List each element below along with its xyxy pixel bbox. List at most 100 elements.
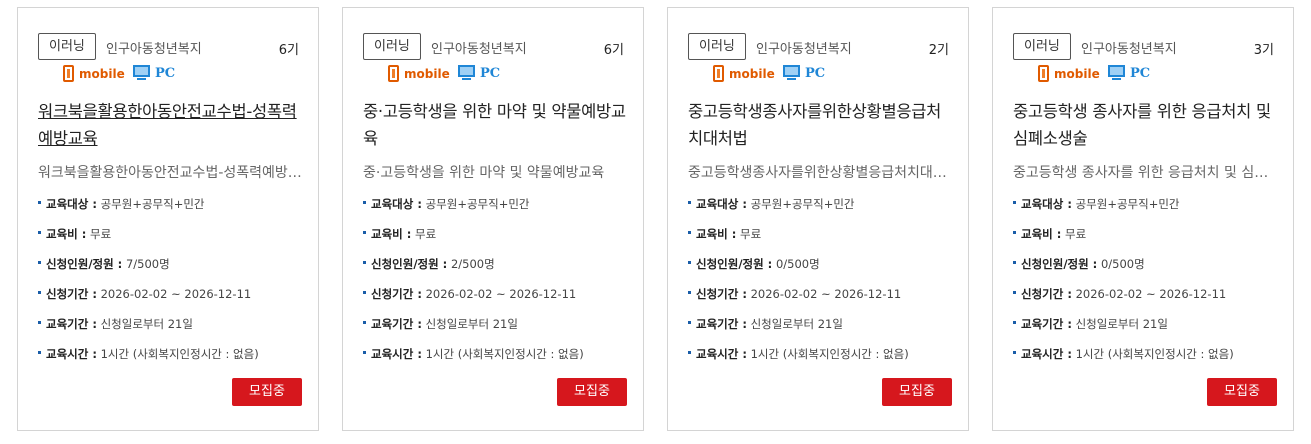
pc-label: PC	[1130, 65, 1151, 81]
bullet-icon	[38, 291, 41, 294]
course-title-link[interactable]: 워크북을활용한아동안전교수법-성폭력예방교육	[38, 98, 304, 152]
pc-support: PC	[1108, 65, 1150, 81]
course-title-link[interactable]: 중고등학생 종사자를 위한 응급처치 및 심폐소생술	[1013, 98, 1279, 152]
info-applicants: 신청인원/정원 : 0/500명	[688, 256, 820, 272]
bullet-icon	[38, 231, 41, 234]
course-description: 중고등학생종사자를위한상황별응급처치대처법	[688, 165, 954, 181]
mobile-phone-icon	[388, 65, 399, 82]
bullet-icon	[688, 201, 691, 204]
course-card[interactable]: 이러닝 인구아동청년복지 3기 mobile PC 중고등학생 종사자를 위한 …	[992, 7, 1294, 431]
bullet-icon	[1013, 261, 1016, 264]
elearning-badge: 이러닝	[688, 33, 746, 60]
recruiting-status-button[interactable]: 모집중	[557, 378, 627, 406]
info-edu-period: 교육기간 : 신청일로부터 21일	[688, 316, 843, 332]
elearning-badge: 이러닝	[363, 33, 421, 60]
info-apply-period: 신청기간 : 2026-02-02 ~ 2026-12-11	[363, 286, 576, 302]
course-card-list: 이러닝 인구아동청년복지 6기 mobile PC 워크북을활용한아동안전교수법…	[0, 0, 1311, 444]
bullet-icon	[688, 351, 691, 354]
round-label: 6기	[603, 43, 624, 58]
mobile-support: mobile	[63, 65, 125, 82]
mobile-support: mobile	[388, 65, 450, 82]
bullet-icon	[1013, 321, 1016, 324]
info-apply-period: 신청기간 : 2026-02-02 ~ 2026-12-11	[688, 286, 901, 302]
round-label: 6기	[278, 43, 299, 58]
category-label: 인구아동청년복지	[756, 42, 852, 57]
bullet-icon	[363, 261, 366, 264]
recruiting-status-button[interactable]: 모집중	[1207, 378, 1277, 406]
elearning-badge: 이러닝	[38, 33, 96, 60]
course-description: 중·고등학생을 위한 마약 및 약물예방교육	[363, 165, 605, 181]
recruiting-status-button[interactable]: 모집중	[232, 378, 302, 406]
category-label: 인구아동청년복지	[431, 42, 527, 57]
bullet-icon	[38, 201, 41, 204]
course-title-link[interactable]: 중고등학생종사자를위한상황별응급처치대처법	[688, 98, 954, 152]
bullet-icon	[688, 261, 691, 264]
pc-label: PC	[805, 65, 826, 81]
info-edu-period: 교육기간 : 신청일로부터 21일	[363, 316, 518, 332]
info-edu-period: 교육기간 : 신청일로부터 21일	[38, 316, 193, 332]
info-applicants: 신청인원/정원 : 7/500명	[38, 256, 170, 272]
course-description: 워크북을활용한아동안전교수법-성폭력예방교육	[38, 165, 304, 181]
category-label: 인구아동청년복지	[1081, 42, 1177, 57]
info-edu-time: 교육시간 : 1시간 (사회복지인정시간 : 없음)	[688, 346, 909, 362]
info-target: 교육대상 : 공무원+공무직+민간	[688, 196, 855, 212]
info-apply-period: 신청기간 : 2026-02-02 ~ 2026-12-11	[38, 286, 251, 302]
bullet-icon	[38, 261, 41, 264]
bullet-icon	[363, 291, 366, 294]
pc-support: PC	[458, 65, 500, 81]
bullet-icon	[1013, 291, 1016, 294]
mobile-label: mobile	[79, 66, 125, 81]
info-apply-period: 신청기간 : 2026-02-02 ~ 2026-12-11	[1013, 286, 1226, 302]
info-fee: 교육비 : 무료	[363, 226, 436, 242]
mobile-label: mobile	[729, 66, 775, 81]
elearning-badge: 이러닝	[1013, 33, 1071, 60]
mobile-phone-icon	[1038, 65, 1049, 82]
pc-label: PC	[155, 65, 176, 81]
recruiting-status-button[interactable]: 모집중	[882, 378, 952, 406]
pc-monitor-icon	[783, 65, 800, 81]
info-edu-period: 교육기간 : 신청일로부터 21일	[1013, 316, 1168, 332]
bullet-icon	[688, 321, 691, 324]
category-label: 인구아동청년복지	[106, 42, 202, 57]
info-applicants: 신청인원/정원 : 0/500명	[1013, 256, 1145, 272]
info-target: 교육대상 : 공무원+공무직+민간	[38, 196, 205, 212]
course-card[interactable]: 이러닝 인구아동청년복지 6기 mobile PC 워크북을활용한아동안전교수법…	[17, 7, 319, 431]
bullet-icon	[1013, 201, 1016, 204]
mobile-support: mobile	[713, 65, 775, 82]
pc-monitor-icon	[458, 65, 475, 81]
bullet-icon	[38, 321, 41, 324]
bullet-icon	[363, 321, 366, 324]
mobile-label: mobile	[404, 66, 450, 81]
bullet-icon	[363, 351, 366, 354]
info-edu-time: 교육시간 : 1시간 (사회복지인정시간 : 없음)	[363, 346, 584, 362]
pc-support: PC	[783, 65, 825, 81]
mobile-support: mobile	[1038, 65, 1100, 82]
pc-support: PC	[133, 65, 175, 81]
info-target: 교육대상 : 공무원+공무직+민간	[1013, 196, 1180, 212]
info-edu-time: 교육시간 : 1시간 (사회복지인정시간 : 없음)	[1013, 346, 1234, 362]
bullet-icon	[363, 231, 366, 234]
pc-monitor-icon	[1108, 65, 1125, 81]
course-card[interactable]: 이러닝 인구아동청년복지 6기 mobile PC 중·고등학생을 위한 마약 …	[342, 7, 644, 431]
round-label: 2기	[928, 43, 949, 58]
pc-monitor-icon	[133, 65, 150, 81]
bullet-icon	[1013, 351, 1016, 354]
mobile-phone-icon	[63, 65, 74, 82]
info-fee: 교육비 : 무료	[38, 226, 111, 242]
bullet-icon	[688, 291, 691, 294]
bullet-icon	[688, 231, 691, 234]
bullet-icon	[363, 201, 366, 204]
info-applicants: 신청인원/정원 : 2/500명	[363, 256, 495, 272]
round-label: 3기	[1253, 43, 1274, 58]
bullet-icon	[1013, 231, 1016, 234]
course-card[interactable]: 이러닝 인구아동청년복지 2기 mobile PC 중고등학생종사자를위한상황별…	[667, 7, 969, 431]
info-edu-time: 교육시간 : 1시간 (사회복지인정시간 : 없음)	[38, 346, 259, 362]
course-description: 중고등학생 종사자를 위한 응급처치 및 심폐소생술	[1013, 165, 1279, 181]
bullet-icon	[38, 351, 41, 354]
pc-label: PC	[480, 65, 501, 81]
course-title-link[interactable]: 중·고등학생을 위한 마약 및 약물예방교육	[363, 98, 629, 152]
info-fee: 교육비 : 무료	[688, 226, 761, 242]
info-target: 교육대상 : 공무원+공무직+민간	[363, 196, 530, 212]
info-fee: 교육비 : 무료	[1013, 226, 1086, 242]
mobile-phone-icon	[713, 65, 724, 82]
